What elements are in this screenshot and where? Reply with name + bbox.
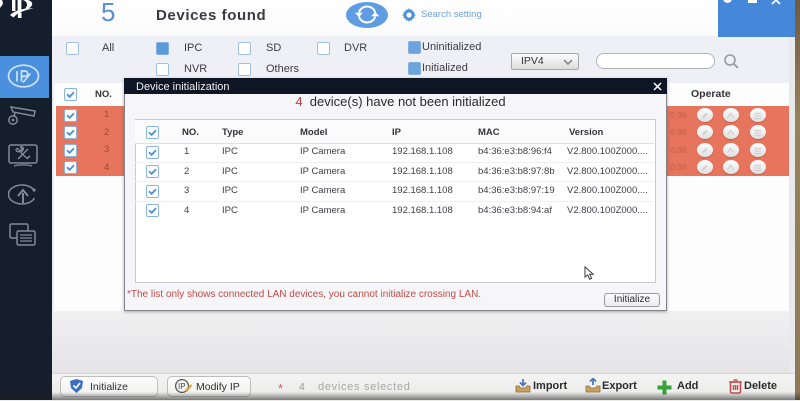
svg-text:IP: IP bbox=[178, 382, 186, 391]
